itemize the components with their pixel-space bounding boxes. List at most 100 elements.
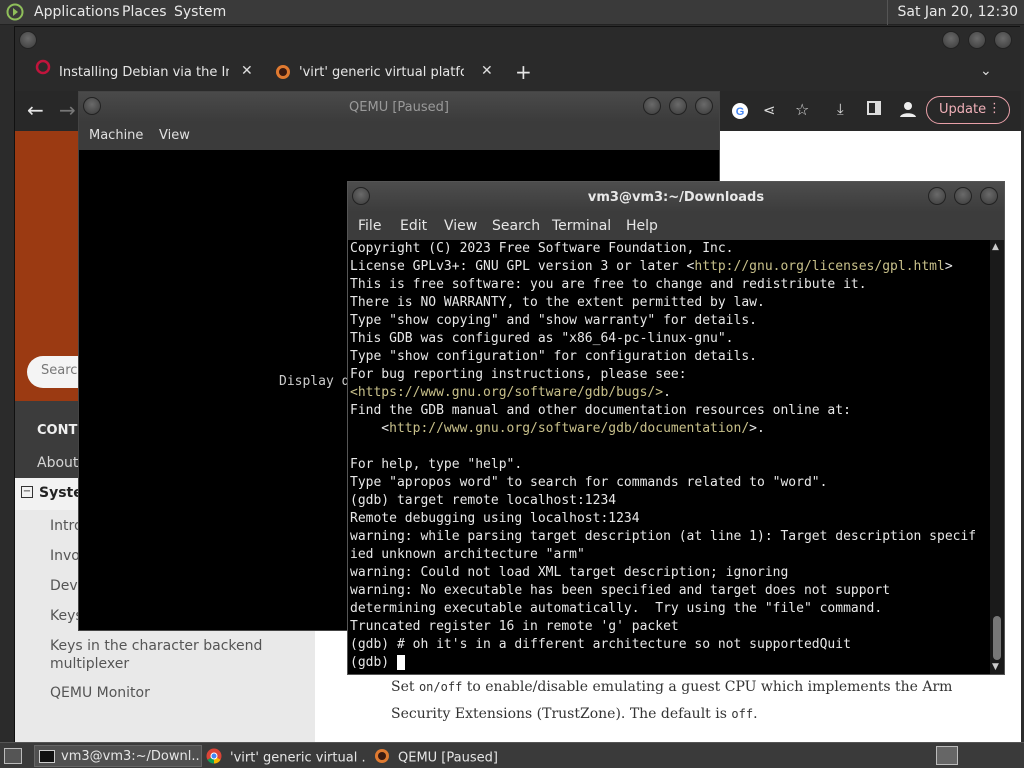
- taskbar-item-qemu[interactable]: QEMU [Paused]: [374, 745, 514, 767]
- scroll-up-icon[interactable]: ▲: [992, 242, 999, 252]
- tab-title: 'virt' generic virtual platform (: [299, 65, 464, 80]
- terminal-text: Find the GDB manual and other documentat…: [350, 403, 851, 418]
- inline-code: on/off: [418, 680, 463, 694]
- share-icon[interactable]: ⋖: [763, 101, 776, 119]
- terminal-text: (gdb) # oh it's in a different architect…: [350, 637, 851, 652]
- menu-view[interactable]: View: [159, 128, 190, 143]
- terminal-scrollbar[interactable]: ▲ ▼: [990, 240, 1004, 674]
- minimize-button[interactable]: [643, 97, 661, 115]
- menu-machine[interactable]: Machine: [89, 128, 143, 143]
- terminal-line: There is NO WARRANTY, to the extent perm…: [350, 294, 990, 312]
- terminal-output[interactable]: Copyright (C) 2023 Free Software Foundat…: [350, 240, 990, 674]
- qemu-icon: [374, 748, 390, 767]
- terminal-text: (gdb) target remote localhost:1234: [350, 493, 617, 508]
- tab-close-icon[interactable]: ✕: [481, 63, 493, 79]
- system-menu[interactable]: System: [174, 4, 226, 20]
- display-message: Display d: [279, 374, 350, 389]
- back-arrow-icon[interactable]: ←: [27, 98, 44, 122]
- menu-file[interactable]: File: [358, 218, 381, 234]
- google-icon[interactable]: G: [731, 102, 749, 124]
- close-window-button[interactable]: [980, 187, 998, 205]
- terminal-line: Find the GDB manual and other documentat…: [350, 402, 990, 420]
- close-window-button[interactable]: [994, 31, 1012, 49]
- terminal-text: .: [663, 385, 671, 400]
- menu-terminal[interactable]: Terminal: [552, 218, 611, 234]
- text: Set: [391, 679, 419, 695]
- paragraph-line: Set on/off to enable/disable emulating a…: [391, 679, 952, 695]
- terminal-link[interactable]: http://gnu.org/licenses/gpl.html: [694, 259, 944, 274]
- window-title: QEMU [Paused]: [349, 100, 449, 115]
- terminal-text: >: [944, 259, 953, 274]
- sidepanel-icon[interactable]: [867, 101, 881, 115]
- terminal-icon: [39, 750, 55, 763]
- terminal-text: License GPLv3+: GNU GPL version 3 or lat…: [350, 259, 695, 274]
- terminal-menubar: File Edit View Search Terminal Help: [348, 212, 1004, 240]
- window-menu-button[interactable]: [352, 187, 370, 205]
- terminal-text: Copyright (C) 2023 Free Software Foundat…: [350, 241, 734, 256]
- terminal-text: warning: No executable has been specifie…: [350, 583, 891, 598]
- debian-favicon-icon: [35, 59, 51, 79]
- text: .: [753, 706, 758, 722]
- window-menu-button[interactable]: [83, 97, 101, 115]
- tab-list-chevron-icon[interactable]: ⌄: [980, 63, 992, 79]
- applications-menu[interactable]: Applications: [34, 4, 120, 20]
- tab-debian-install[interactable]: Installing Debian via the Intern: [35, 59, 260, 87]
- maximize-button[interactable]: [669, 97, 687, 115]
- taskbar: vm3@vm3:~/Downl... 'virt' generic virtua…: [0, 742, 1024, 768]
- clock[interactable]: Sat Jan 20, 12:30: [886, 0, 1024, 25]
- minimize-button[interactable]: [928, 187, 946, 205]
- workspace-switcher-icon[interactable]: [936, 746, 958, 765]
- window-menu-button[interactable]: [19, 31, 37, 49]
- tab-strip: Installing Debian via the Intern ✕ 'virt…: [15, 27, 1021, 91]
- qemu-titlebar[interactable]: QEMU [Paused]: [79, 92, 719, 122]
- terminal-line: Truncated register 16 in remote 'g' pack…: [350, 618, 990, 636]
- terminal-titlebar[interactable]: vm3@vm3:~/Downloads: [348, 182, 1004, 212]
- sidebar-subitem[interactable]: QEMU Monitor: [50, 685, 150, 701]
- menu-search[interactable]: Search: [492, 218, 540, 234]
- terminal-link[interactable]: http://www.gnu.org/software/gdb/document…: [389, 421, 749, 436]
- forward-arrow-icon[interactable]: →: [59, 98, 76, 122]
- distro-logo-icon[interactable]: [6, 3, 24, 25]
- kebab-menu-icon[interactable]: ⋮: [988, 101, 1001, 116]
- extension-download-icon[interactable]: ⤓: [837, 100, 844, 118]
- tab-title: Installing Debian via the Intern: [59, 65, 229, 80]
- new-tab-button[interactable]: +: [515, 60, 532, 84]
- terminal-line: <http://www.gnu.org/software/gdb/documen…: [350, 420, 990, 438]
- tab-close-icon[interactable]: ✕: [241, 63, 253, 79]
- terminal-line: (gdb): [350, 654, 990, 672]
- taskbar-item-browser[interactable]: 'virt' generic virtual ...: [206, 745, 366, 767]
- inline-code: off: [731, 707, 754, 721]
- profile-avatar-icon[interactable]: [899, 100, 917, 122]
- terminal-text: warning: while parsing target descriptio…: [350, 529, 977, 544]
- menu-edit[interactable]: Edit: [400, 218, 427, 234]
- sidebar-subitem[interactable]: Devi: [50, 578, 82, 594]
- terminal-text: >.: [749, 421, 765, 436]
- scrollbar-thumb[interactable]: [993, 616, 1001, 660]
- maximize-button[interactable]: [968, 31, 986, 49]
- terminal-text: There is NO WARRANTY, to the extent perm…: [350, 295, 765, 310]
- show-desktop-icon[interactable]: [4, 748, 22, 764]
- terminal-line: ied unknown architecture "arm": [350, 546, 990, 564]
- menu-view[interactable]: View: [444, 218, 477, 234]
- text: to enable/disable emulating a guest CPU …: [462, 679, 953, 695]
- menu-help[interactable]: Help: [626, 218, 658, 234]
- sidebar-subitem[interactable]: Keys in the character backend multiplexe…: [50, 637, 270, 673]
- tab-virt-platform[interactable]: 'virt' generic virtual platform (: [273, 59, 483, 87]
- places-menu[interactable]: Places: [122, 4, 167, 20]
- terminal-line: (gdb) # oh it's in a different architect…: [350, 636, 990, 654]
- minimize-button[interactable]: [942, 31, 960, 49]
- maximize-button[interactable]: [954, 187, 972, 205]
- taskbar-item-terminal[interactable]: vm3@vm3:~/Downl...: [34, 745, 202, 767]
- terminal-line: Type "show copying" and "show warranty" …: [350, 312, 990, 330]
- sidebar-subitem[interactable]: Invo: [50, 548, 80, 564]
- update-button[interactable]: Update ⋮: [926, 96, 1010, 124]
- collapse-icon[interactable]: −: [21, 486, 33, 498]
- terminal-line: For bug reporting instructions, please s…: [350, 366, 990, 384]
- close-window-button[interactable]: [695, 97, 713, 115]
- taskbar-item-label: 'virt' generic virtual ...: [230, 750, 366, 766]
- bookmark-star-icon[interactable]: ☆: [795, 100, 809, 119]
- terminal-link[interactable]: <https://www.gnu.org/software/gdb/bugs/>: [350, 385, 663, 400]
- scroll-down-icon[interactable]: ▼: [992, 662, 999, 672]
- terminal-line: License GPLv3+: GNU GPL version 3 or lat…: [350, 258, 990, 276]
- sidebar-item-about[interactable]: About: [37, 455, 78, 471]
